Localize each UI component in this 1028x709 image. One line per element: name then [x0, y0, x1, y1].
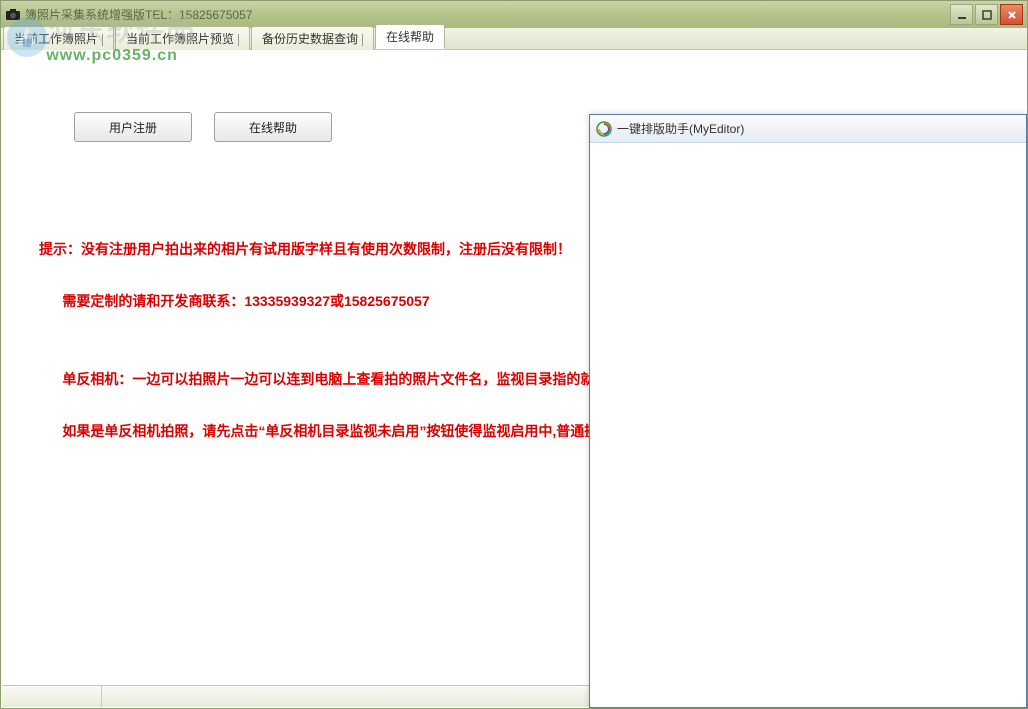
- status-cell-1: [2, 686, 102, 707]
- minimize-button[interactable]: [950, 4, 973, 25]
- overlay-app-icon: [596, 121, 612, 137]
- tab-current-photos[interactable]: 当前工作簿照片: [3, 26, 114, 50]
- app-icon: [5, 7, 21, 23]
- tab-backup-history[interactable]: 备份历史数据查询: [251, 26, 374, 50]
- tab-current-preview[interactable]: 当前工作簿照片预览: [115, 26, 250, 50]
- overlay-window[interactable]: 一键排版助手(MyEditor): [589, 114, 1027, 708]
- overlay-body: [590, 143, 1026, 707]
- close-button[interactable]: [1000, 4, 1023, 25]
- titlebar[interactable]: 簿照片采集系统增强版TEL：15825675057: [1, 1, 1027, 28]
- register-button[interactable]: 用户注册: [74, 112, 192, 142]
- overlay-title: 一键排版助手(MyEditor): [617, 120, 744, 137]
- tab-online-help[interactable]: 在线帮助: [375, 24, 445, 49]
- maximize-button[interactable]: [975, 4, 998, 25]
- window-controls: [950, 4, 1023, 25]
- online-help-button[interactable]: 在线帮助: [214, 112, 332, 142]
- window-title: 簿照片采集系统增强版TEL：15825675057: [25, 6, 950, 23]
- tab-bar: 当前工作簿照片 当前工作簿照片预览 备份历史数据查询 在线帮助: [1, 28, 1027, 50]
- overlay-titlebar[interactable]: 一键排版助手(MyEditor): [590, 115, 1026, 143]
